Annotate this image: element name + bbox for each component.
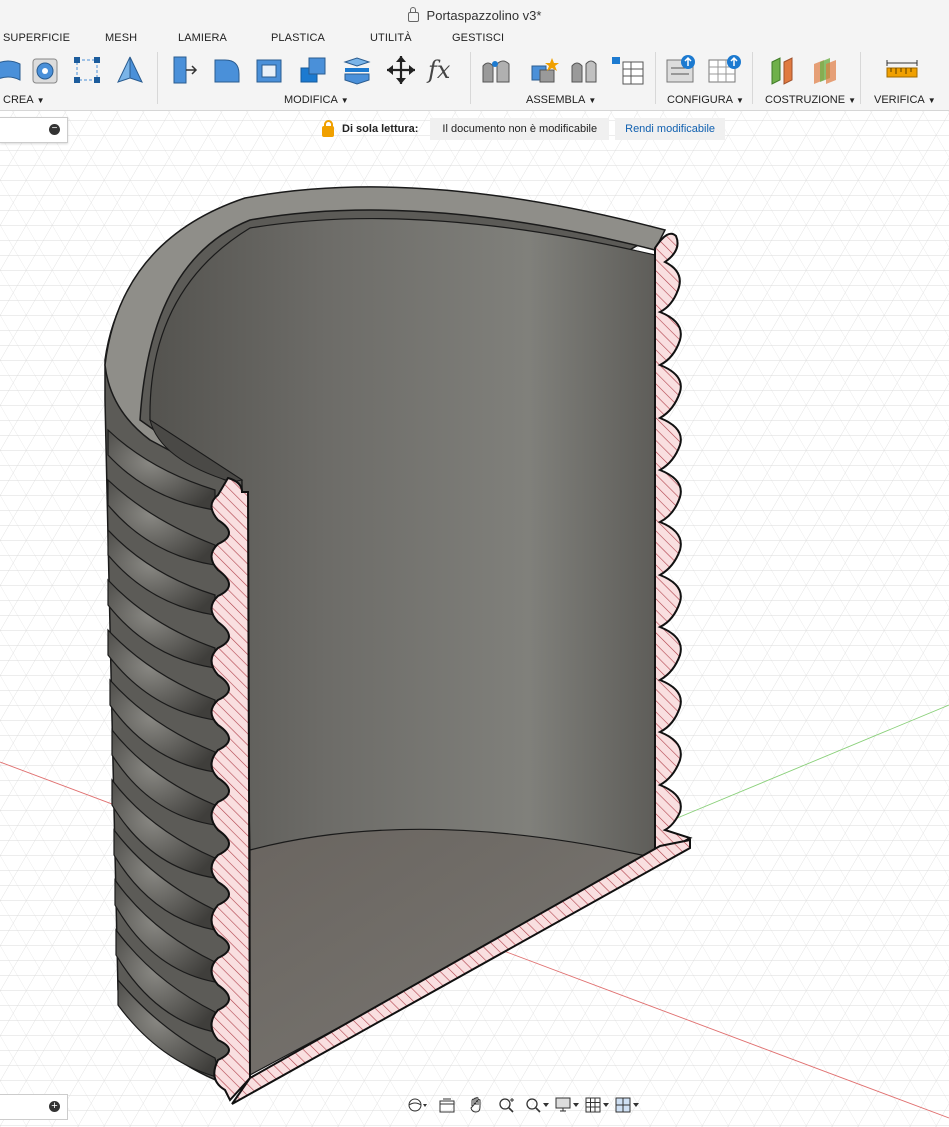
caret-down-icon: ▼	[340, 96, 349, 105]
expand-icon[interactable]: +	[49, 1101, 60, 1112]
box-icon[interactable]	[0, 52, 24, 88]
group-crea[interactable]: CREA ▼	[3, 94, 44, 106]
look-at-icon[interactable]	[434, 1095, 460, 1115]
tab-superficie[interactable]: SUPERFICIE	[3, 32, 70, 44]
tab-lamiera[interactable]: LAMIERA	[178, 32, 227, 44]
measure-icon[interactable]	[884, 52, 920, 88]
split-icon[interactable]	[339, 52, 375, 88]
tab-plastica[interactable]: PLASTICA	[271, 32, 325, 44]
pushpull-icon[interactable]	[166, 52, 202, 88]
fillet-icon[interactable]	[209, 52, 245, 88]
tab-utilita[interactable]: UTILITÀ	[370, 32, 412, 44]
parameters-icon[interactable]: fx	[426, 52, 462, 88]
window-title-bar: Portaspazzolino v3*	[0, 0, 949, 30]
navigation-bar	[404, 1094, 640, 1116]
caret-down-icon: ▼	[588, 96, 597, 105]
group-costruzione[interactable]: COSTRUZIONE ▼	[765, 94, 856, 106]
ribbon-toolbar: SUPERFICIE MESH LAMIERA PLASTICA UTILITÀ…	[0, 30, 949, 111]
group-configura[interactable]: CONFIGURA ▼	[667, 94, 744, 106]
fit-icon[interactable]	[524, 1095, 550, 1115]
configure-table-icon[interactable]	[706, 52, 742, 88]
zoom-icon[interactable]	[494, 1095, 520, 1115]
comments-panel[interactable]: +	[0, 1094, 68, 1120]
display-settings-icon[interactable]	[554, 1095, 580, 1115]
separator	[752, 52, 753, 104]
configure-icon[interactable]	[664, 52, 700, 88]
lock-icon	[322, 119, 334, 137]
caret-down-icon: ▼	[36, 96, 45, 105]
revolve-icon[interactable]	[28, 52, 64, 88]
separator	[860, 52, 861, 104]
offset-plane-icon[interactable]	[766, 52, 802, 88]
lock-icon	[407, 7, 419, 22]
prism-icon[interactable]	[112, 52, 148, 88]
read-only-message: Il documento non è modificabile	[430, 118, 610, 140]
new-component-icon[interactable]	[526, 52, 562, 88]
read-only-label: Di sola lettura:	[342, 123, 419, 135]
pan-icon[interactable]	[464, 1095, 490, 1115]
sketch-icon[interactable]	[69, 52, 105, 88]
move-icon[interactable]	[383, 52, 419, 88]
svg-text:fx: fx	[426, 56, 451, 84]
caret-down-icon: ▼	[848, 96, 856, 105]
group-verifica[interactable]: VERIFICA ▼	[874, 94, 936, 106]
make-editable-button[interactable]: Rendi modificabile	[615, 118, 726, 140]
tab-mesh[interactable]: MESH	[105, 32, 137, 44]
grid-icon[interactable]	[584, 1095, 610, 1115]
separator	[655, 52, 656, 104]
orbit-icon[interactable]	[404, 1095, 430, 1115]
browser-panel[interactable]: −	[0, 117, 68, 143]
viewports-icon[interactable]	[614, 1095, 640, 1115]
tab-gestisci[interactable]: GESTISCI	[452, 32, 504, 44]
midplane-icon[interactable]	[808, 52, 844, 88]
canvas-viewport[interactable]	[0, 111, 949, 1127]
separator	[157, 52, 158, 104]
group-modifica[interactable]: MODIFICA ▼	[284, 94, 349, 106]
group-assembla[interactable]: ASSEMBLA ▼	[526, 94, 596, 106]
separator	[470, 52, 471, 104]
combine-icon[interactable]	[295, 52, 331, 88]
table-icon[interactable]	[609, 52, 645, 88]
document-title: Portaspazzolino v3*	[426, 7, 542, 23]
read-only-banner: Di sola lettura: Il documento non è modi…	[322, 117, 726, 141]
shell-icon[interactable]	[251, 52, 287, 88]
joint-icon[interactable]	[480, 52, 516, 88]
caret-down-icon: ▼	[927, 96, 936, 105]
as-built-joint-icon[interactable]	[566, 52, 602, 88]
caret-down-icon: ▼	[736, 96, 744, 105]
collapse-icon[interactable]: −	[49, 124, 60, 135]
